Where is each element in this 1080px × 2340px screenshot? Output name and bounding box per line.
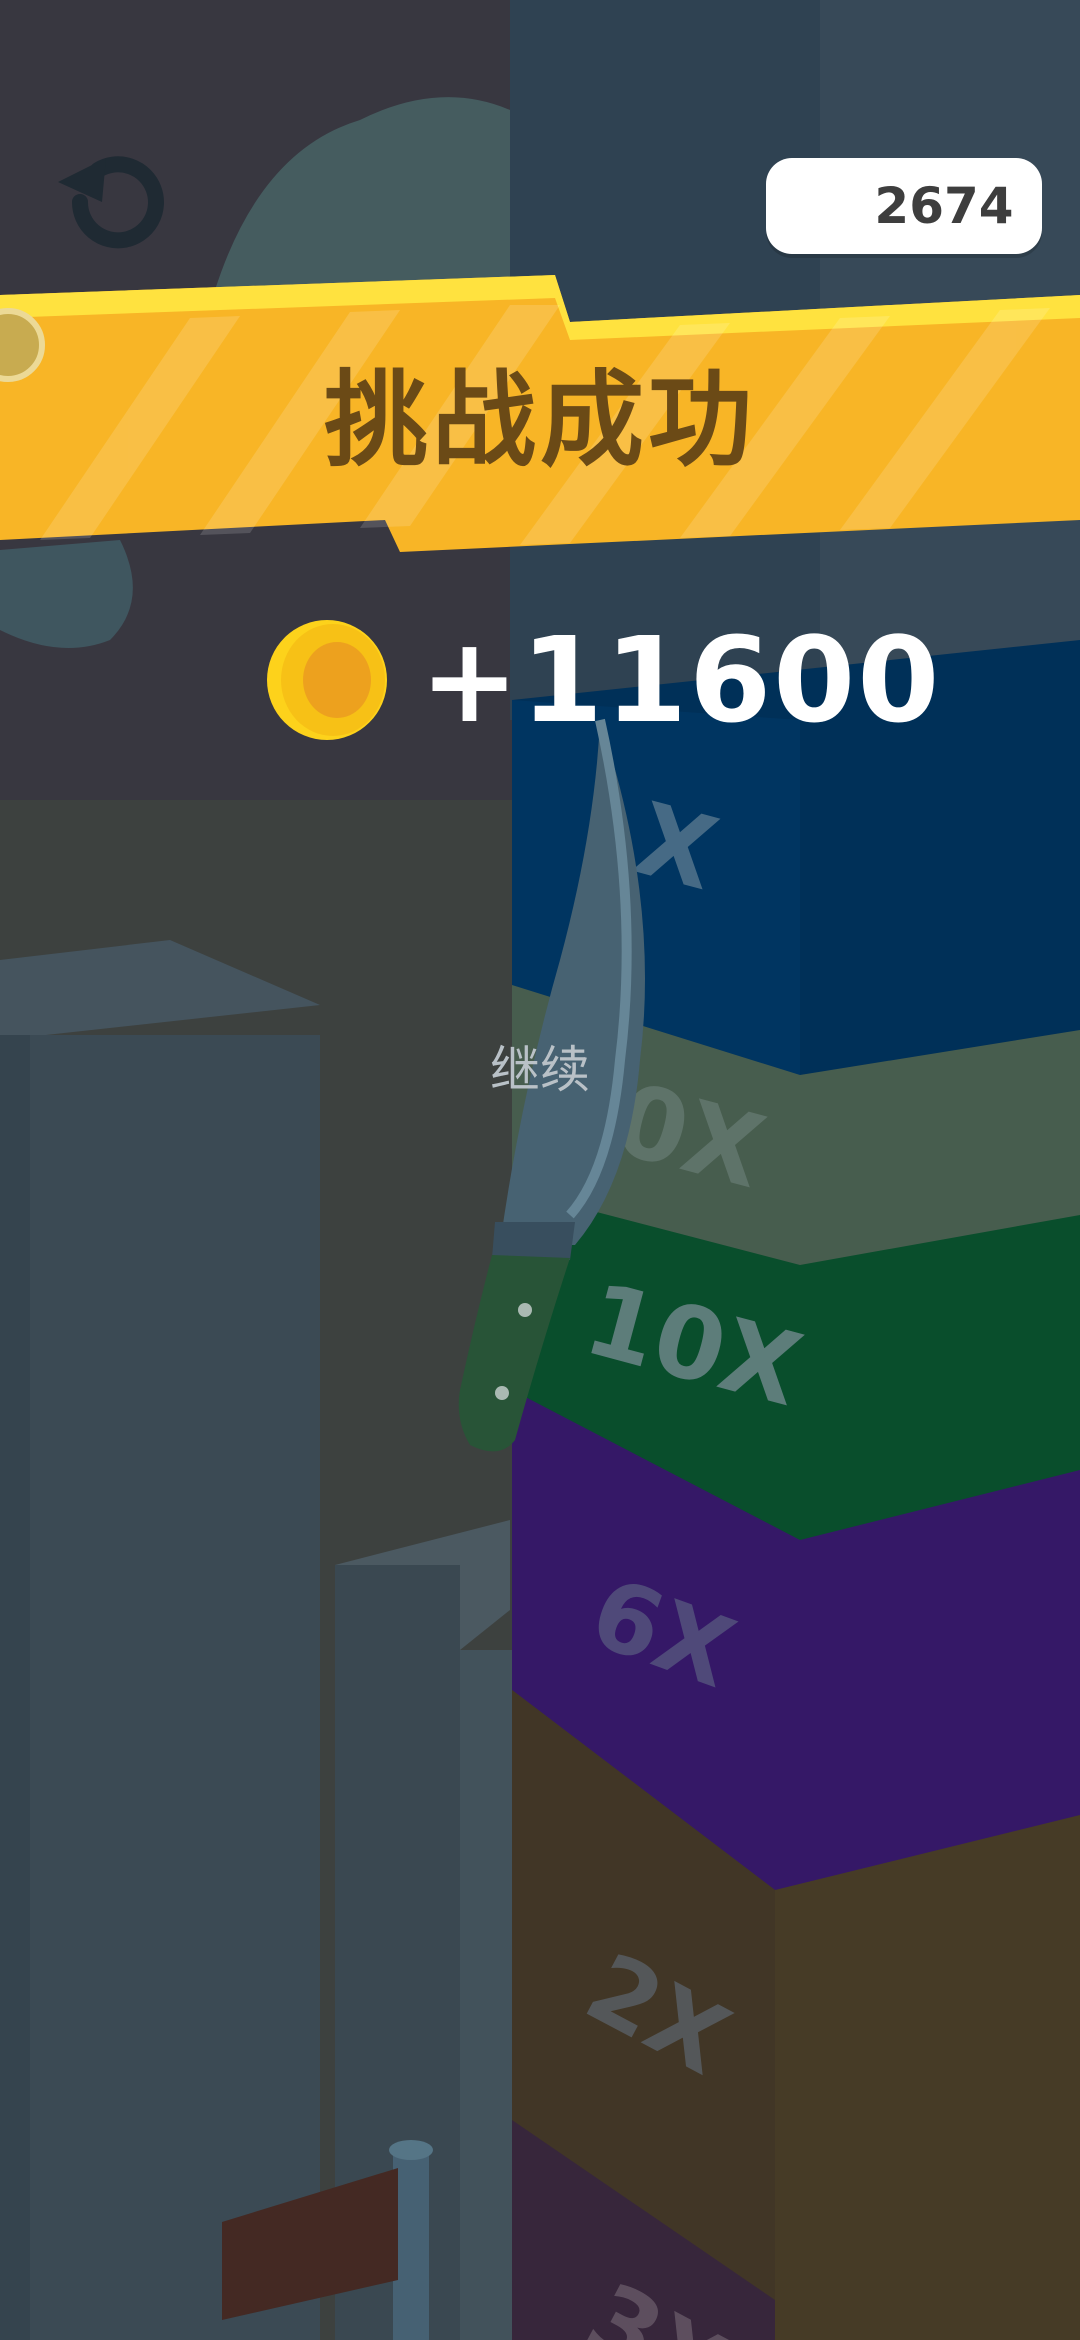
- banner-title: 挑战成功: [323, 359, 756, 481]
- continue-button[interactable]: 继续: [440, 1030, 640, 1110]
- restart-button[interactable]: [40, 140, 170, 270]
- coin-icon: [774, 170, 848, 244]
- restart-icon: [58, 156, 164, 249]
- coin-balance: 2674: [874, 177, 1014, 235]
- reward-coin-icon: [265, 618, 389, 742]
- coin-balance-display: 2674: [766, 158, 1042, 254]
- reward-amount: +11600: [420, 611, 942, 749]
